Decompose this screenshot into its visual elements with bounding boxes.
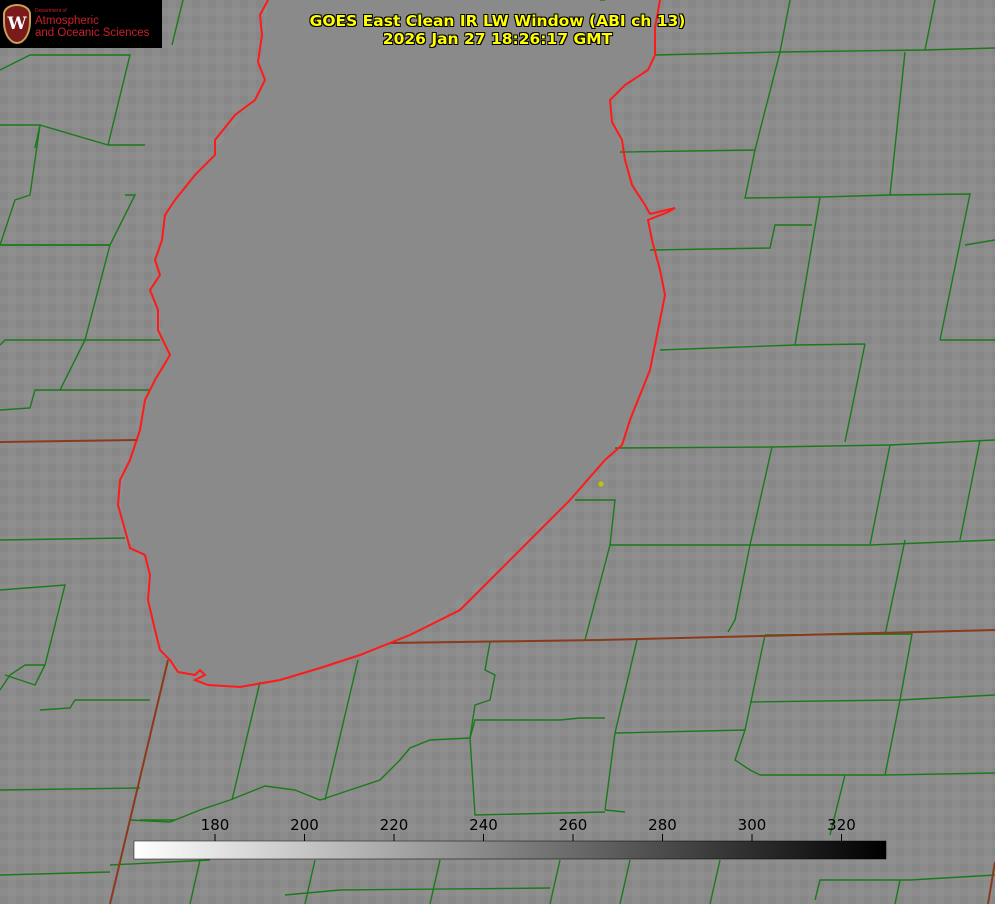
colorbar-tick-label: 300 [738, 816, 767, 834]
colorbar-tick-label: 260 [559, 816, 588, 834]
colorbar-tick-label: 320 [827, 816, 856, 834]
colorbar-tick-label: 200 [290, 816, 319, 834]
colorbar-gradient [133, 840, 887, 860]
colorbar-tick-label: 240 [469, 816, 498, 834]
satellite-map: 180 200 220 240 260 280 300 320 [0, 0, 995, 904]
colorbar-tick-label: 280 [648, 816, 677, 834]
image-title: GOES East Clean IR LW Window (ABI ch 13)… [0, 12, 995, 48]
location-marker [598, 481, 604, 487]
colorbar-tick-label: 180 [201, 816, 230, 834]
title-line1: GOES East Clean IR LW Window (ABI ch 13) [309, 12, 686, 30]
title-line2: 2026 Jan 27 18:26:17 GMT [382, 30, 613, 48]
colorbar-tick-label: 220 [380, 816, 409, 834]
